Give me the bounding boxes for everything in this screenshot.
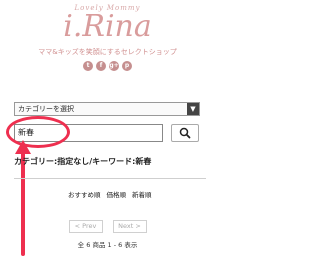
sort-newest[interactable]: 新着順 (132, 191, 152, 200)
social-links: t f g+ p (0, 61, 215, 71)
site-subtitle: ママ&キッズを笑顔にするセレクトショップ (38, 48, 177, 56)
category-select-value: カテゴリーを選択 (18, 105, 74, 113)
divider (14, 178, 206, 179)
next-button[interactable]: Next > (112, 220, 147, 233)
site-logo[interactable]: i.Rina (0, 10, 215, 44)
sort-price[interactable]: 価格順 (107, 191, 127, 200)
search-condition: カテゴリー:指定なし/キーワード:新春 (14, 157, 152, 166)
prev-button[interactable]: < Prev (68, 220, 103, 233)
search-button[interactable] (171, 124, 199, 142)
sort-options: おすすめ順 価格順 新着順 (68, 191, 152, 200)
sort-recommended[interactable]: おすすめ順 (68, 191, 101, 200)
category-select[interactable]: カテゴリーを選択 ▼ (14, 102, 200, 116)
result-count: 全 6 商品 1 - 6 表示 (77, 241, 138, 249)
pinterest-icon[interactable]: p (122, 61, 132, 71)
search-icon (179, 127, 191, 139)
chevron-down-icon[interactable]: ▼ (187, 103, 199, 115)
twitter-icon[interactable]: t (83, 61, 93, 71)
pagination: < Prev Next > (0, 220, 215, 233)
google-plus-icon[interactable]: g+ (109, 61, 119, 71)
facebook-icon[interactable]: f (96, 61, 106, 71)
